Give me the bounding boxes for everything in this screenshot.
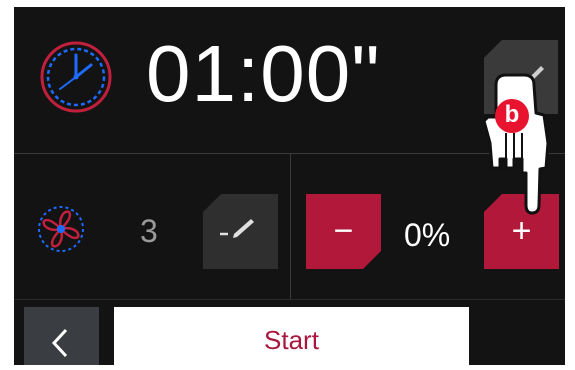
pencil-icon [220, 219, 254, 238]
hand-pointer-icon [482, 73, 550, 215]
step-badge: b [495, 99, 529, 133]
fan-edit-button[interactable] [203, 194, 278, 269]
humidity-value: 0% [404, 217, 451, 253]
clock-icon [40, 41, 112, 113]
minus-icon: − [333, 212, 354, 250]
fan-level-value: 3 [140, 213, 158, 249]
divider [290, 154, 291, 299]
start-button[interactable]: Start [114, 307, 469, 365]
start-label: Start [264, 325, 319, 355]
decrease-button[interactable]: − [306, 194, 381, 269]
divider [14, 299, 565, 300]
back-button[interactable] [24, 307, 99, 365]
fan-icon [38, 206, 84, 252]
chevron-left-icon [51, 328, 68, 358]
timer-value: 01:00" [146, 29, 381, 118]
